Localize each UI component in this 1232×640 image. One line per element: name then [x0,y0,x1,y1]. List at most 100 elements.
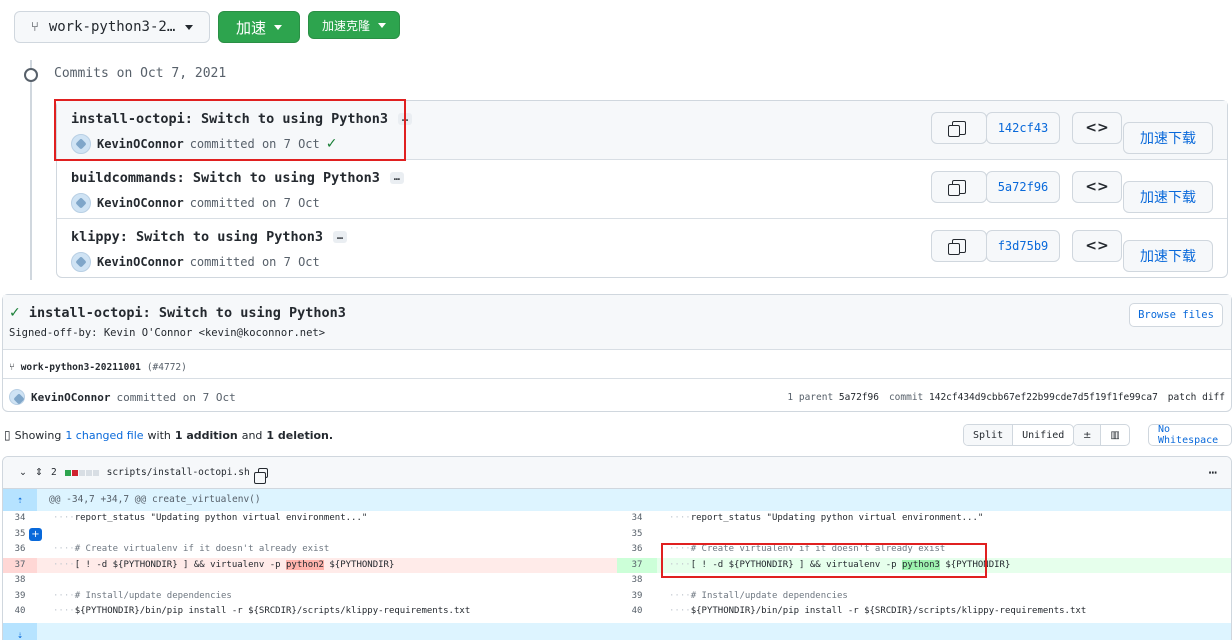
file-header: ⌄ ⇕ 2 scripts/install-octopi.sh ⋯ [3,457,1231,489]
book-icon[interactable]: ▥ [1101,425,1128,445]
expand-bottom: ⇣ [3,623,1231,640]
diff-view-toggle: Split Unified [963,424,1075,446]
diff-line: 34 ····report_status "Updating python vir… [3,511,1231,527]
line-number[interactable]: 38 [3,573,37,589]
expand-message-button[interactable]: … [332,231,347,243]
file-tools: ± ▥ [1073,424,1130,446]
code-icon: <> [1085,179,1109,195]
commit-author[interactable]: KevinOConnor [97,196,184,210]
code-text: report_status "Updating python virtual e… [690,513,984,523]
copy-sha-button[interactable] [931,171,987,203]
download-button[interactable]: 加速下载 [1123,122,1213,154]
split-view-button[interactable]: Split [964,425,1014,445]
diff-line: 40 ····${PYTHONDIR}/bin/pip install -r ${… [3,604,1231,620]
chevron-down-icon [378,22,386,28]
branch-icon: ⑂ [31,19,39,35]
commit-author[interactable]: KevinOConnor [97,255,184,269]
branch-selector[interactable]: ⑂ work-python3-2… [14,11,210,43]
avatar[interactable] [71,252,91,272]
browse-repo-button[interactable]: <> [1072,230,1122,262]
browse-files-button[interactable]: Browse files [1129,303,1223,327]
timeline-line [30,60,32,280]
line-number[interactable]: 36 [3,542,37,558]
parent-sha-link[interactable]: 5a72f96 [839,392,879,403]
download-button[interactable]: 加速下载 [1123,240,1213,272]
detail-committed: committed on 7 Oct [116,390,236,404]
line-number[interactable]: 39 [617,589,657,605]
chevron-down-icon [274,24,282,30]
commit-title[interactable]: buildcommands: Switch to using Python3 [71,170,380,186]
commit-row[interactable]: klippy: Switch to using Python3 … KevinOC… [57,219,1227,278]
diff-line: 38 38 [3,573,1231,589]
highlight-annotation [661,543,987,578]
line-number[interactable]: 34 [617,511,657,527]
summary-and: and [241,428,263,442]
expand-all-icon[interactable]: ± [1074,425,1102,445]
clone-button[interactable]: 加速克隆 [308,11,400,39]
commit-meta: committed on 7 Oct [189,196,320,210]
commit-label: commit [888,392,924,403]
speed-button[interactable]: 加速 [218,11,300,43]
commit-detail: ✓ install-octopi: Switch to using Python… [2,294,1232,412]
kebab-menu-icon[interactable]: ⋯ [1209,465,1217,481]
commit-row[interactable]: buildcommands: Switch to using Python3… … [57,160,1227,219]
diff-line: 35 + 35 [3,527,1231,543]
line-number[interactable]: 39 [3,589,37,605]
line-number[interactable]: 38 [617,573,657,589]
whitespace-toggle: No Whitespace [1148,424,1232,446]
hunk-text: @@ -34,7 +34,7 @@ create_virtualenv() [49,494,261,505]
branch-icon: ⑂ [9,362,15,373]
diffstat-bar [64,469,99,476]
commit-title[interactable]: klippy: Switch to using Python3 [71,229,323,245]
expand-lines-icon[interactable]: ⇕ [35,467,43,478]
collapse-chevron-icon[interactable]: ⌄ [19,467,27,478]
line-number[interactable]: 37 [617,557,657,573]
code-comment: # Create virtualenv if it doesn't alread… [74,544,330,554]
branch-link[interactable]: work-python3-20211001 [21,362,141,373]
avatar[interactable] [9,389,25,405]
file-path[interactable]: scripts/install-octopi.sh [107,467,250,478]
chevron-down-icon [185,24,194,30]
sha-link[interactable]: 142cf43 [986,112,1060,144]
copy-sha-button[interactable] [931,112,987,144]
download-button[interactable]: 加速下载 [1123,181,1213,213]
line-number[interactable]: 40 [3,604,37,620]
diff-file: ⌄ ⇕ 2 scripts/install-octopi.sh ⋯ ⇡ @@ -… [2,456,1232,640]
pr-link[interactable]: (#4772) [147,362,187,373]
detail-author[interactable]: KevinOConnor [31,391,110,404]
changed-files-link[interactable]: 1 changed file [65,429,143,442]
line-number[interactable]: 37 [3,557,37,573]
code-comment: # Install/update dependencies [690,590,848,601]
line-number[interactable]: 36 [617,542,657,558]
add-comment-button[interactable]: + [29,527,42,541]
clone-button-label: 加速克隆 [321,18,370,33]
code-text: report_status "Updating python virtual e… [74,513,368,523]
commit-detail-header: ✓ install-octopi: Switch to using Python… [3,295,1231,350]
signed-off-text: Signed-off-by: Kevin O'Connor <kevin@koc… [9,327,326,339]
line-number[interactable]: 40 [617,604,657,620]
avatar[interactable] [71,193,91,213]
patch-diff-link[interactable]: patch diff [1168,392,1225,403]
browse-repo-button[interactable]: <> [1072,171,1122,203]
summary-with: with [147,428,171,442]
diff-line: 36 ····# Create virtualenv if it doesn't … [3,542,1231,558]
summary-showing: Showing [14,428,62,442]
browse-repo-button[interactable]: <> [1072,112,1122,144]
expand-up-icon[interactable]: ⇡ [3,489,37,511]
unified-view-button[interactable]: Unified [1013,425,1073,445]
highlight-annotation [54,99,406,161]
copy-sha-button[interactable] [931,230,987,262]
sha-link[interactable]: f3d75b9 [986,230,1060,262]
sha-label: 5a72f96 [997,180,1049,194]
line-number[interactable]: 34 [3,511,37,527]
expand-message-button[interactable]: … [389,172,404,184]
sha-link[interactable]: 5a72f96 [986,171,1060,203]
no-whitespace-button[interactable]: No Whitespace [1149,425,1231,445]
file-tree-icon[interactable]: ▯ [4,428,11,442]
commit-detail-footer: KevinOConnor committed on 7 Oct 1 parent … [3,378,1231,412]
summary-additions: 1 addition [174,428,238,442]
commit-meta: committed on 7 Oct [189,255,320,269]
expand-down-icon[interactable]: ⇣ [3,623,37,640]
copy-path-icon[interactable] [253,467,268,484]
line-number[interactable]: 35 [617,527,657,543]
